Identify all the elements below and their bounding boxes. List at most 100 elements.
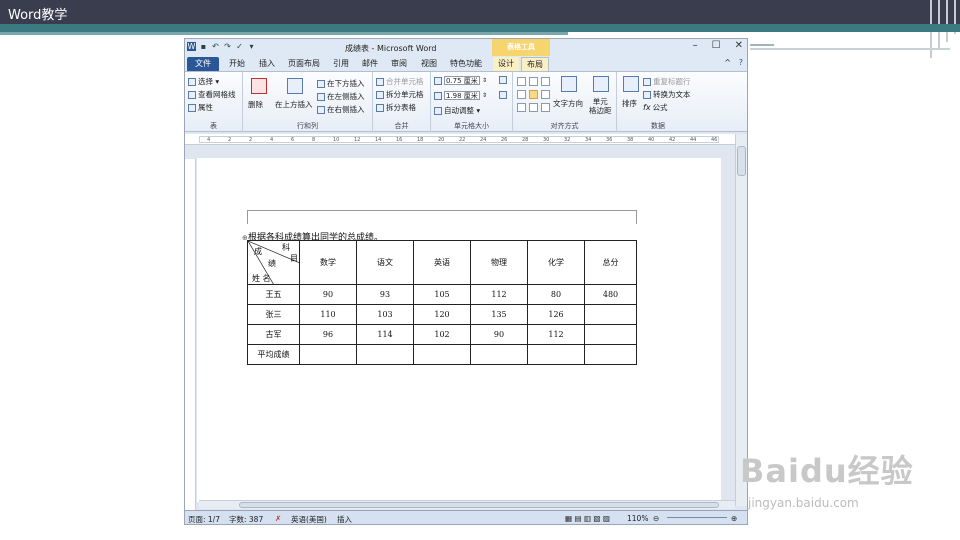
score-cell[interactable]: 105	[413, 284, 471, 305]
view-buttons-icon[interactable]: ▦ ▤ ▥ ▧ ▨	[565, 514, 610, 523]
score-cell[interactable]: 114	[356, 324, 414, 345]
delete-button[interactable]: 删除	[248, 99, 263, 110]
total-cell[interactable]: 480	[584, 284, 637, 305]
insert-above-button[interactable]: 在上方插入	[275, 99, 313, 110]
status-word-count[interactable]: 字数: 387	[229, 514, 263, 524]
row-height-field[interactable]: 0.75 厘米 ⇕	[434, 76, 487, 85]
score-table[interactable]: 科 目 成 绩 姓 名 数学 语文 英语 物理 化学 总分 王五 90 93 1…	[247, 240, 637, 365]
sort-icon[interactable]	[623, 76, 639, 92]
total-cell[interactable]	[584, 324, 637, 345]
view-gridlines-button[interactable]: 查看网格线	[188, 89, 236, 100]
score-cell[interactable]: 102	[413, 324, 471, 345]
delete-icon[interactable]	[251, 78, 267, 94]
header-cell[interactable]: 数学	[299, 240, 357, 285]
table-move-handle-icon[interactable]: ⊕	[242, 234, 248, 242]
repeat-header-button[interactable]: 重复标题行	[643, 76, 691, 87]
score-cell[interactable]	[356, 344, 414, 365]
insert-left-button[interactable]: 在左侧插入	[317, 91, 365, 102]
header-cell[interactable]: 物理	[470, 240, 528, 285]
close-button[interactable]: ✕	[735, 40, 743, 51]
ribbon-collapse-icon[interactable]: ^	[724, 58, 731, 67]
total-cell[interactable]	[584, 344, 637, 365]
zoom-out-icon[interactable]: ⊖	[653, 514, 659, 523]
maximize-button[interactable]: ☐	[712, 40, 721, 51]
distribute-rows-button[interactable]	[499, 76, 507, 84]
score-cell[interactable]	[470, 344, 528, 365]
horizontal-ruler[interactable]: 4 2 2 4 6 8 10 12 14 16 18 20 22 24 26 28 30 32 34 36 38 40 42…	[185, 134, 747, 145]
tab-review[interactable]: 审阅	[385, 57, 413, 71]
header-cell[interactable]: 英语	[413, 240, 471, 285]
status-language[interactable]: 英语(美国)	[291, 514, 327, 524]
proofing-icon[interactable]: ✗	[275, 514, 281, 523]
text-direction-button[interactable]: 文字方向	[553, 98, 583, 109]
align-bottom-right-icon[interactable]	[541, 103, 550, 112]
scroll-thumb[interactable]	[737, 146, 746, 176]
status-page[interactable]: 页面: 1/7	[188, 514, 220, 524]
split-table-button[interactable]: 拆分表格	[376, 102, 416, 113]
zoom-slider[interactable]	[667, 517, 727, 518]
align-bottom-center-icon[interactable]	[529, 103, 538, 112]
name-cell[interactable]: 平均成绩	[247, 344, 300, 365]
align-middle-left-icon[interactable]	[517, 90, 526, 99]
score-cell[interactable]	[299, 344, 357, 365]
tab-page-layout[interactable]: 页面布局	[283, 57, 325, 71]
merge-cells-button[interactable]: 合并单元格	[376, 76, 424, 87]
score-cell[interactable]: 120	[413, 304, 471, 325]
diagonal-header-cell[interactable]: 科 目 成 绩 姓 名	[247, 240, 300, 285]
tab-view[interactable]: 视图	[415, 57, 443, 71]
text-direction-icon[interactable]	[561, 76, 577, 92]
help-icon[interactable]: ?	[739, 58, 743, 67]
score-cell[interactable]: 110	[299, 304, 357, 325]
distribute-cols-button[interactable]	[499, 91, 507, 99]
minimize-button[interactable]: –	[693, 40, 698, 51]
save-icon[interactable]: ▪	[199, 42, 208, 51]
zoom-in-icon[interactable]: ⊕	[731, 514, 737, 523]
align-middle-center-icon[interactable]	[529, 90, 538, 99]
total-cell[interactable]	[584, 304, 637, 325]
scroll-thumb[interactable]	[239, 502, 719, 508]
insert-right-button[interactable]: 在右侧插入	[317, 104, 365, 115]
undo-icon[interactable]: ↶	[211, 42, 220, 51]
score-cell[interactable]: 90	[470, 324, 528, 345]
name-cell[interactable]: 王五	[247, 284, 300, 305]
sort-button[interactable]: 排序	[622, 98, 637, 109]
header-cell[interactable]: 语文	[356, 240, 414, 285]
horizontal-scrollbar[interactable]	[199, 500, 735, 509]
zoom-level[interactable]: 110%	[627, 514, 648, 523]
align-top-left-icon[interactable]	[517, 77, 526, 86]
redo-icon[interactable]: ↷	[223, 42, 232, 51]
align-middle-right-icon[interactable]	[541, 90, 550, 99]
tab-references[interactable]: 引用	[327, 57, 355, 71]
tab-home[interactable]: 开始	[223, 57, 251, 71]
spelling-icon[interactable]: ✓	[235, 42, 244, 51]
vertical-ruler[interactable]	[185, 159, 196, 514]
insert-above-icon[interactable]	[287, 78, 303, 94]
align-top-right-icon[interactable]	[541, 77, 550, 86]
split-cells-button[interactable]: 拆分单元格	[376, 89, 424, 100]
score-cell[interactable]	[527, 344, 585, 365]
name-cell[interactable]: 张三	[247, 304, 300, 325]
score-cell[interactable]	[413, 344, 471, 365]
score-cell[interactable]: 126	[527, 304, 585, 325]
tab-mailings[interactable]: 邮件	[357, 57, 383, 71]
select-button[interactable]: 选择 ▾	[188, 76, 219, 87]
properties-button[interactable]: 属性	[188, 102, 213, 113]
cell-margins-icon[interactable]	[593, 76, 609, 92]
status-mode[interactable]: 插入	[337, 514, 352, 524]
header-cell[interactable]: 化学	[527, 240, 585, 285]
customize-icon[interactable]: ▾	[247, 42, 256, 51]
score-cell[interactable]: 135	[470, 304, 528, 325]
name-cell[interactable]: 古军	[247, 324, 300, 345]
column-width-field[interactable]: 1.98 厘米 ⇕	[434, 91, 487, 100]
align-bottom-left-icon[interactable]	[517, 103, 526, 112]
convert-to-text-button[interactable]: 转换为文本	[643, 89, 691, 100]
score-cell[interactable]: 112	[470, 284, 528, 305]
document-page[interactable]: 根据各科成绩算出同学的总成绩。 科 目 成 绩 姓 名 数学 语文 英语 物理 …	[197, 158, 721, 502]
tab-layout[interactable]: 布局	[521, 57, 549, 71]
insert-below-button[interactable]: 在下方插入	[317, 78, 365, 89]
score-cell[interactable]: 103	[356, 304, 414, 325]
tab-design[interactable]: 设计	[493, 57, 519, 71]
score-cell[interactable]: 96	[299, 324, 357, 345]
autofit-button[interactable]: 自动调整 ▾	[434, 105, 480, 116]
align-top-center-icon[interactable]	[529, 77, 538, 86]
